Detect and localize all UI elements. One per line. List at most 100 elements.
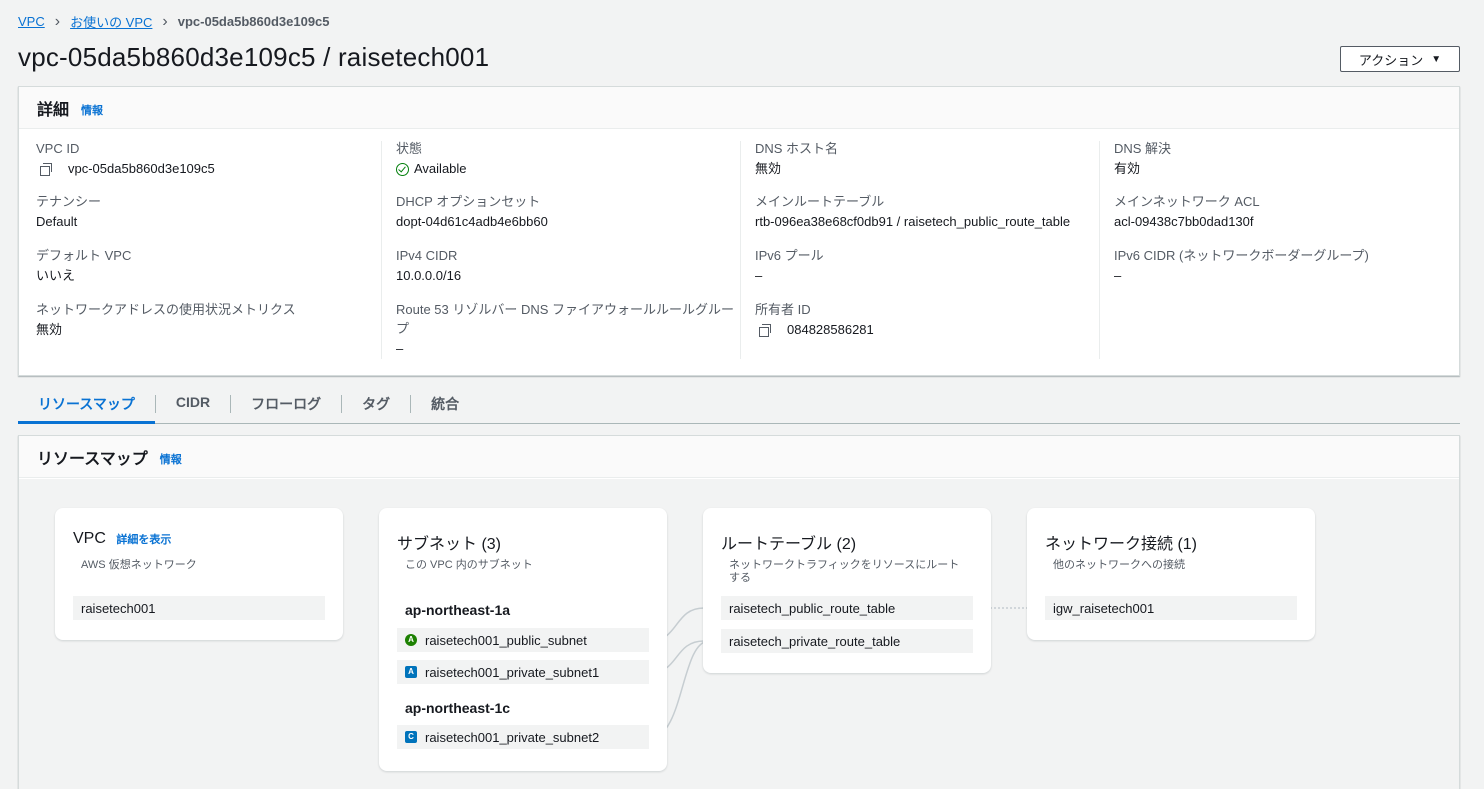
network-connections-card: ネットワーク接続 (1) 他のネットワークへの接続 igw_raisetech0… xyxy=(1027,508,1315,640)
chevron-right-icon: › xyxy=(54,12,61,30)
resource-map-header: リソースマップ 情報 xyxy=(19,436,1459,478)
main-route-table-link[interactable]: rtb-096ea38e68cf0db91 / raisetech_public… xyxy=(755,214,1095,230)
field-main-acl: メインネットワーク ACL acl-09438c7bb0dad130f xyxy=(1114,194,1454,230)
column-divider xyxy=(381,141,382,359)
route-table-node-public[interactable]: raisetech_public_route_table xyxy=(721,596,973,620)
field-label-cont: プ xyxy=(396,321,410,336)
breadcrumb-your-vpcs-link[interactable]: お使いの VPC xyxy=(70,12,152,31)
field-vpc-id: VPC ID vpc-05da5b860d3e109c5 xyxy=(36,141,376,177)
subnet-node-private2[interactable]: C raisetech001_private_subnet2 xyxy=(397,725,649,749)
page-title: vpc-05da5b860d3e109c5 / raisetech001 xyxy=(18,42,490,72)
breadcrumb-vpc-link[interactable]: VPC xyxy=(18,14,45,29)
route-table-card-subtitle: ネットワークトラフィックをリソースにルート する xyxy=(729,559,959,585)
vpc-card-subtitle: AWS 仮想ネットワーク xyxy=(81,559,197,571)
ipv6-pool-value: – xyxy=(755,268,763,283)
vpc-card: VPC 詳細を表示 AWS 仮想ネットワーク raisetech001 xyxy=(55,508,343,640)
field-label: テナンシー xyxy=(36,194,102,209)
tab-integrations[interactable]: 統合 xyxy=(411,388,479,423)
dns-resolution-value: 有効 xyxy=(1114,161,1141,176)
vpc-card-title: VPC 詳細を表示 xyxy=(73,530,171,548)
route-table-card-title: ルートテーブル (2) xyxy=(721,536,857,553)
dhcp-options-link[interactable]: dopt-04d61c4adb4e6bb60 xyxy=(396,214,736,230)
resource-map-info-link[interactable]: 情報 xyxy=(160,451,182,467)
az-a-icon: A xyxy=(405,634,417,646)
details-column-4: DNS 解決 有効 メインネットワーク ACL acl-09438c7bb0da… xyxy=(1114,139,1473,361)
vpc-node[interactable]: raisetech001 xyxy=(73,596,325,620)
route53-value: – xyxy=(396,341,404,356)
field-label: ネットワークアドレスの使用状況メトリクス xyxy=(36,302,296,317)
subnet-name: raisetech001_private_subnet1 xyxy=(425,664,600,680)
igw-node[interactable]: igw_raisetech001 xyxy=(1045,596,1297,620)
field-state: 状態 Available xyxy=(396,141,736,177)
subtitle-line-1: ネットワークトラフィックをリソースにルート xyxy=(729,559,960,571)
field-label: 所有者 ID xyxy=(755,302,811,317)
field-value-row: Available xyxy=(396,161,736,177)
route-table-node-private[interactable]: raisetech_private_route_table xyxy=(721,629,973,653)
resource-map-title: リソースマップ xyxy=(37,450,148,468)
vpc-id-value: vpc-05da5b860d3e109c5 xyxy=(68,161,215,176)
dns-hostnames-value: 無効 xyxy=(755,161,782,176)
details-header: 詳細 情報 xyxy=(19,87,1459,129)
field-owner-id: 所有者 ID 084828586281 xyxy=(755,302,1095,338)
field-label: DNS 解決 xyxy=(1114,141,1172,156)
tenancy-value: Default xyxy=(36,214,78,229)
field-label: IPv6 プール xyxy=(755,248,824,263)
az-label-1a: ap-northeast-1a xyxy=(405,602,511,618)
field-label: 状態 xyxy=(396,141,423,156)
route-table-card: ルートテーブル (2) ネットワークトラフィックをリソースにルート する rai… xyxy=(703,508,991,673)
column-divider xyxy=(740,141,741,359)
details-column-3: DNS ホスト名 無効 メインルートテーブル rtb-096ea38e68cf0… xyxy=(755,139,1114,361)
ipv4-cidr-value: 10.0.0.0/16 xyxy=(396,268,462,283)
resource-map-canvas: VPC 詳細を表示 AWS 仮想ネットワーク raisetech001 サブネッ… xyxy=(19,479,1459,789)
breadcrumb-current: vpc-05da5b860d3e109c5 xyxy=(177,14,330,29)
field-tenancy: テナンシー Default xyxy=(36,194,376,230)
network-card-subtitle: 他のネットワークへの接続 xyxy=(1053,559,1185,571)
status-success-icon xyxy=(396,162,409,176)
copy-icon[interactable] xyxy=(759,323,773,337)
field-main-route-table: メインルートテーブル rtb-096ea38e68cf0db91 / raise… xyxy=(755,194,1095,230)
field-value-row: vpc-05da5b860d3e109c5 xyxy=(36,161,376,177)
network-metrics-value: 無効 xyxy=(36,322,63,337)
caret-down-icon: ▼ xyxy=(1431,53,1442,65)
subnet-name: raisetech001_private_subnet2 xyxy=(425,729,600,745)
field-label: DHCP オプションセット xyxy=(396,194,541,209)
view-details-link[interactable]: 詳細を表示 xyxy=(116,534,171,546)
field-value-row: 084828586281 xyxy=(755,322,1095,338)
field-ipv6-pool: IPv6 プール – xyxy=(755,248,1095,284)
details-info-link[interactable]: 情報 xyxy=(81,102,103,118)
field-dhcp: DHCP オプションセット dopt-04d61c4adb4e6bb60 xyxy=(396,194,736,230)
details-column-2: 状態 Available DHCP オプションセット dopt-04d61c4a… xyxy=(396,139,755,361)
field-label: VPC ID xyxy=(36,141,80,156)
details-title: 詳細 xyxy=(37,101,70,119)
tab-bar: リソースマップ CIDR フローログ タグ 統合 xyxy=(18,388,1460,424)
ipv6-cidr-value: – xyxy=(1114,268,1122,283)
copy-icon[interactable] xyxy=(40,162,54,176)
actions-button-label: アクション xyxy=(1358,52,1424,68)
actions-button[interactable]: アクション ▼ xyxy=(1340,46,1460,72)
field-label: IPv4 CIDR xyxy=(396,248,458,263)
state-value: Available xyxy=(414,161,467,176)
tab-resource-map[interactable]: リソースマップ xyxy=(18,388,155,424)
network-card-title: ネットワーク接続 (1) xyxy=(1045,536,1198,553)
vpc-card-title-text: VPC xyxy=(73,530,106,547)
tab-flow-logs[interactable]: フローログ xyxy=(231,388,341,423)
resource-map-panel: リソースマップ 情報 VPC 詳細を表示 AWS 仮想ネットワーク raiset… xyxy=(18,435,1460,789)
details-grid: VPC ID vpc-05da5b860d3e109c5 テナンシー Defau… xyxy=(19,129,1459,375)
field-label: IPv6 CIDR (ネットワークボーダーグループ) xyxy=(1114,248,1369,263)
tab-cidr[interactable]: CIDR xyxy=(156,388,230,423)
subnet-node-private1[interactable]: A raisetech001_private_subnet1 xyxy=(397,660,649,684)
main-acl-link[interactable]: acl-09438c7bb0dad130f xyxy=(1114,214,1454,230)
subnet-name: raisetech001_public_subnet xyxy=(425,632,587,648)
field-ipv6-cidr: IPv6 CIDR (ネットワークボーダーグループ) – xyxy=(1114,248,1454,284)
field-label: DNS ホスト名 xyxy=(755,141,839,156)
details-column-1: VPC ID vpc-05da5b860d3e109c5 テナンシー Defau… xyxy=(36,139,395,361)
az-c-icon: C xyxy=(405,731,417,743)
tab-tags[interactable]: タグ xyxy=(342,388,410,423)
subtitle-line-2: する xyxy=(729,572,751,584)
details-panel: 詳細 情報 VPC ID vpc-05da5b860d3e109c5 テナンシー… xyxy=(18,86,1460,376)
field-route53: Route 53 リゾルバー DNS ファイアウォールルールグルー プ – xyxy=(396,302,736,357)
subnet-card-subtitle: この VPC 内のサブネット xyxy=(405,559,533,571)
subnet-card: サブネット (3) この VPC 内のサブネット ap-northeast-1a… xyxy=(379,508,667,771)
subnet-node-public[interactable]: A raisetech001_public_subnet xyxy=(397,628,649,652)
az-label-1c: ap-northeast-1c xyxy=(405,700,511,716)
